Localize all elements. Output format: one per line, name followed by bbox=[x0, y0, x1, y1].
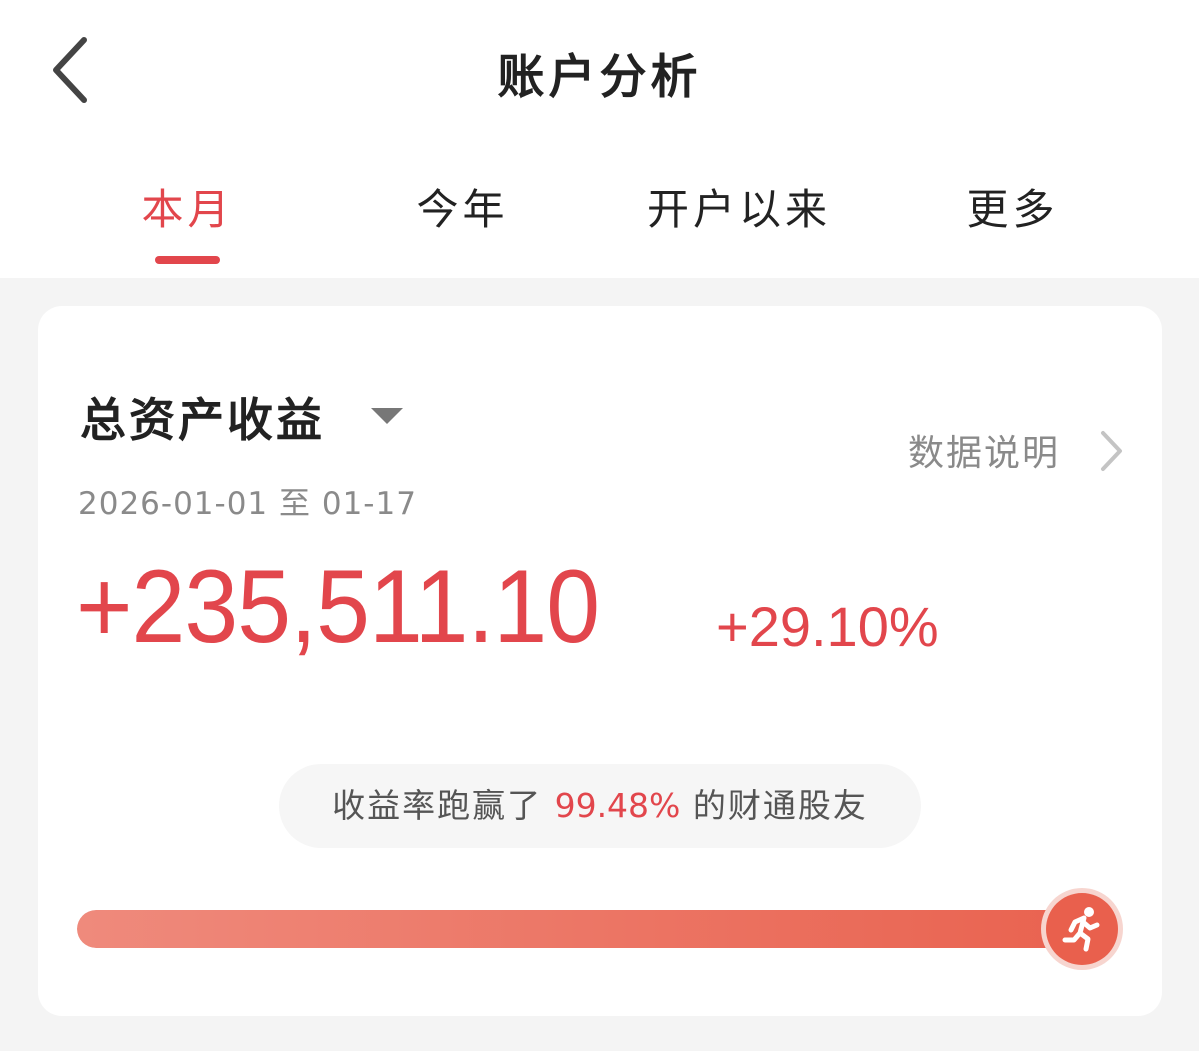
tab-more[interactable]: 更多 bbox=[945, 176, 1080, 236]
profit-amount: +235,511.10 bbox=[76, 549, 600, 665]
date-range: 2026-01-01 至 01-17 bbox=[78, 486, 417, 522]
tab-this-month[interactable]: 本月 bbox=[120, 176, 255, 236]
card-title-dropdown[interactable]: 总资产收益 bbox=[80, 384, 325, 450]
tab-this-year[interactable]: 今年 bbox=[395, 176, 530, 236]
page-title: 账户分析 bbox=[497, 50, 702, 105]
chevron-right-icon[interactable] bbox=[1096, 428, 1126, 474]
tab-since-opening[interactable]: 开户以来 bbox=[634, 176, 844, 236]
rank-progress-bar bbox=[77, 910, 1107, 948]
rank-badge: 收益率跑赢了 99.48% 的财通股友 bbox=[279, 764, 921, 848]
rank-prefix: 收益率跑赢了 bbox=[332, 786, 543, 825]
progress-marker bbox=[1046, 893, 1118, 965]
active-tab-indicator bbox=[155, 256, 220, 264]
rank-suffix: 的财通股友 bbox=[692, 786, 868, 825]
bottom-strip bbox=[0, 1018, 1199, 1051]
profit-rate: +29.10% bbox=[716, 595, 939, 658]
caret-down-icon[interactable] bbox=[371, 408, 403, 424]
rank-percent: 99.48% bbox=[554, 786, 681, 825]
rank-progress-fill bbox=[77, 910, 1102, 948]
runner-icon bbox=[1062, 907, 1100, 952]
data-note-link[interactable]: 数据说明 bbox=[908, 424, 1060, 476]
